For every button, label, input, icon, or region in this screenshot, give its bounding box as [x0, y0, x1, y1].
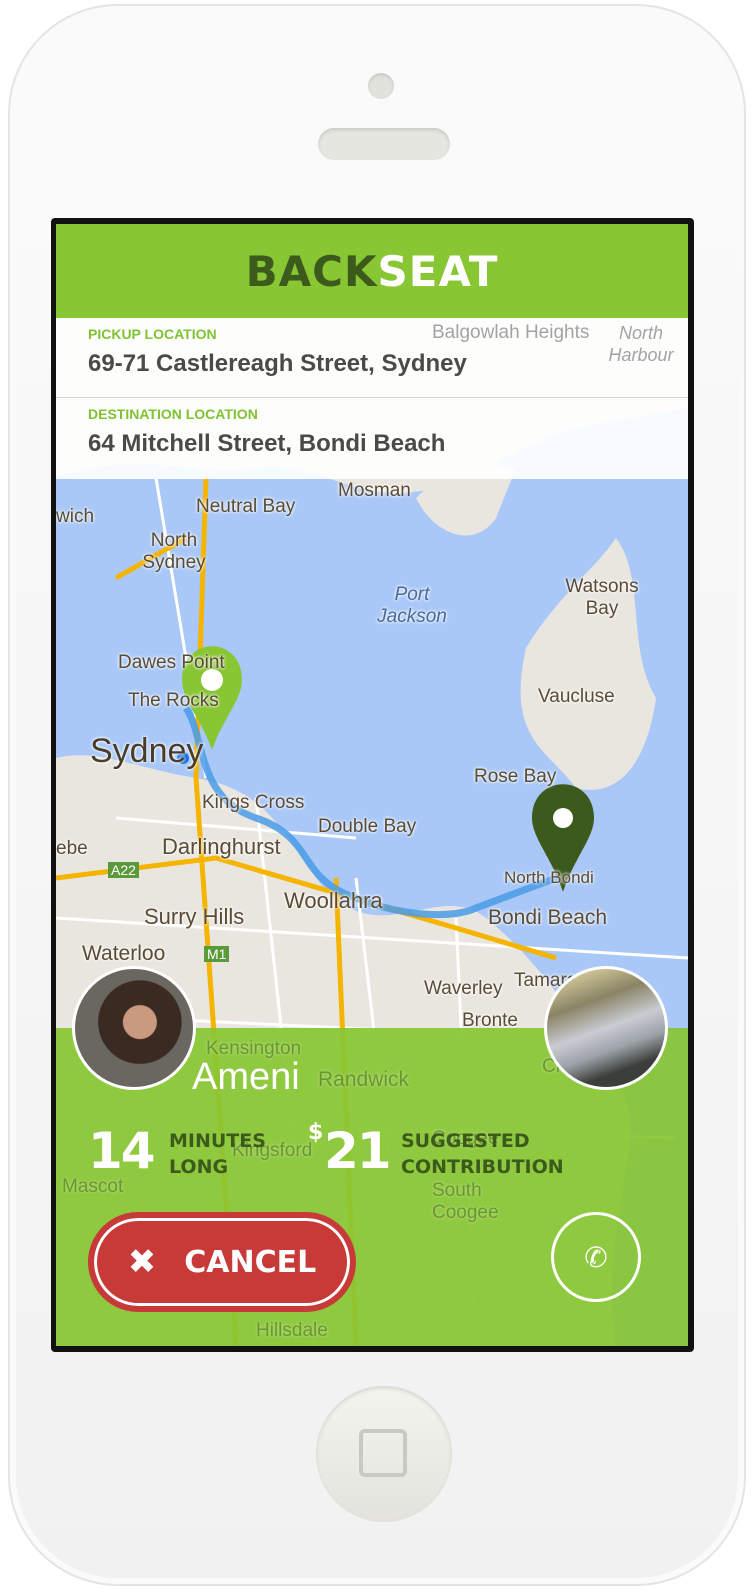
map-label: North Harbour — [608, 323, 674, 365]
map-label: Kings Cross — [202, 792, 305, 813]
map-label: Vaucluse — [538, 686, 615, 707]
brand-logo-seat: SEAT — [377, 246, 499, 296]
camera — [368, 73, 394, 99]
trip-price: 21 — [324, 1122, 392, 1180]
map-label: Randwick — [318, 1068, 410, 1091]
map-label: Dawes Point — [118, 652, 225, 673]
map-label: Neutral Bay — [196, 496, 296, 517]
x-icon: ✖ — [127, 1242, 157, 1282]
destination-value[interactable]: 64 Mitchell Street, Bondi Beach — [88, 430, 688, 458]
car-photo[interactable] — [544, 966, 668, 1090]
call-button[interactable]: ✆ — [551, 1212, 641, 1302]
cancel-label: CANCEL — [184, 1244, 317, 1280]
home-button[interactable] — [316, 1386, 452, 1522]
map-label: ebe — [56, 838, 88, 859]
map-label: Sydney — [90, 732, 204, 770]
home-square-icon — [359, 1429, 407, 1477]
map-label: Woollahra — [284, 888, 383, 913]
map-label: Double Bay — [318, 816, 417, 837]
brand-logo-back: BACK — [245, 246, 378, 296]
phone-icon: ✆ — [584, 1241, 608, 1273]
minutes-unit-line1: MINUTES — [169, 1130, 266, 1152]
road-shield: A22 — [108, 862, 139, 878]
map-label: Bondi Beach — [488, 906, 608, 929]
cancel-button[interactable]: ✖ CANCEL — [88, 1212, 356, 1312]
app-header: BACK SEAT — [56, 224, 688, 318]
map-label: Balgowlah Heights — [432, 322, 590, 343]
pickup-field[interactable]: PICKUP LOCATION 69-71 Castlereagh Street… — [56, 318, 688, 398]
destination-label: DESTINATION LOCATION — [88, 406, 258, 422]
map-label: North Bondi — [504, 868, 594, 887]
speaker — [318, 128, 450, 160]
map-label: Waverley — [424, 978, 503, 999]
app-screen: Mosman Neutral Bay North Sydney Port Jac… — [56, 224, 688, 1346]
map-label: Rose Bay — [474, 766, 557, 787]
driver-avatar[interactable] — [72, 966, 196, 1090]
destination-field[interactable]: DESTINATION LOCATION 64 Mitchell Street,… — [56, 398, 688, 478]
map-label: wich — [56, 506, 95, 527]
road-shield: M1 — [204, 946, 230, 962]
driver-name: Ameni — [192, 1056, 300, 1098]
map-label: Watsons Bay — [565, 576, 639, 619]
map-label: Hillsdale — [256, 1320, 328, 1341]
map-label: South Coogee — [432, 1180, 499, 1223]
map-label: North Sydney — [142, 530, 206, 573]
map-label: The Rocks — [128, 690, 219, 711]
map-label: Mosman — [338, 480, 411, 501]
trip-minutes: 14 — [88, 1122, 156, 1180]
map-label: Surry Hills — [144, 904, 245, 929]
price-unit-line1: SUGGESTED — [401, 1130, 530, 1152]
map-label: Port Jackson — [377, 584, 447, 627]
minutes-unit-line2: LONG — [169, 1156, 229, 1178]
address-panel: PICKUP LOCATION 69-71 Castlereagh Street… — [56, 318, 688, 479]
currency-symbol: $ — [308, 1120, 323, 1145]
price-unit-line2: CONTRIBUTION — [401, 1156, 564, 1178]
map-label: Darlinghurst — [162, 834, 281, 859]
map-label: Waterloo — [82, 942, 166, 965]
